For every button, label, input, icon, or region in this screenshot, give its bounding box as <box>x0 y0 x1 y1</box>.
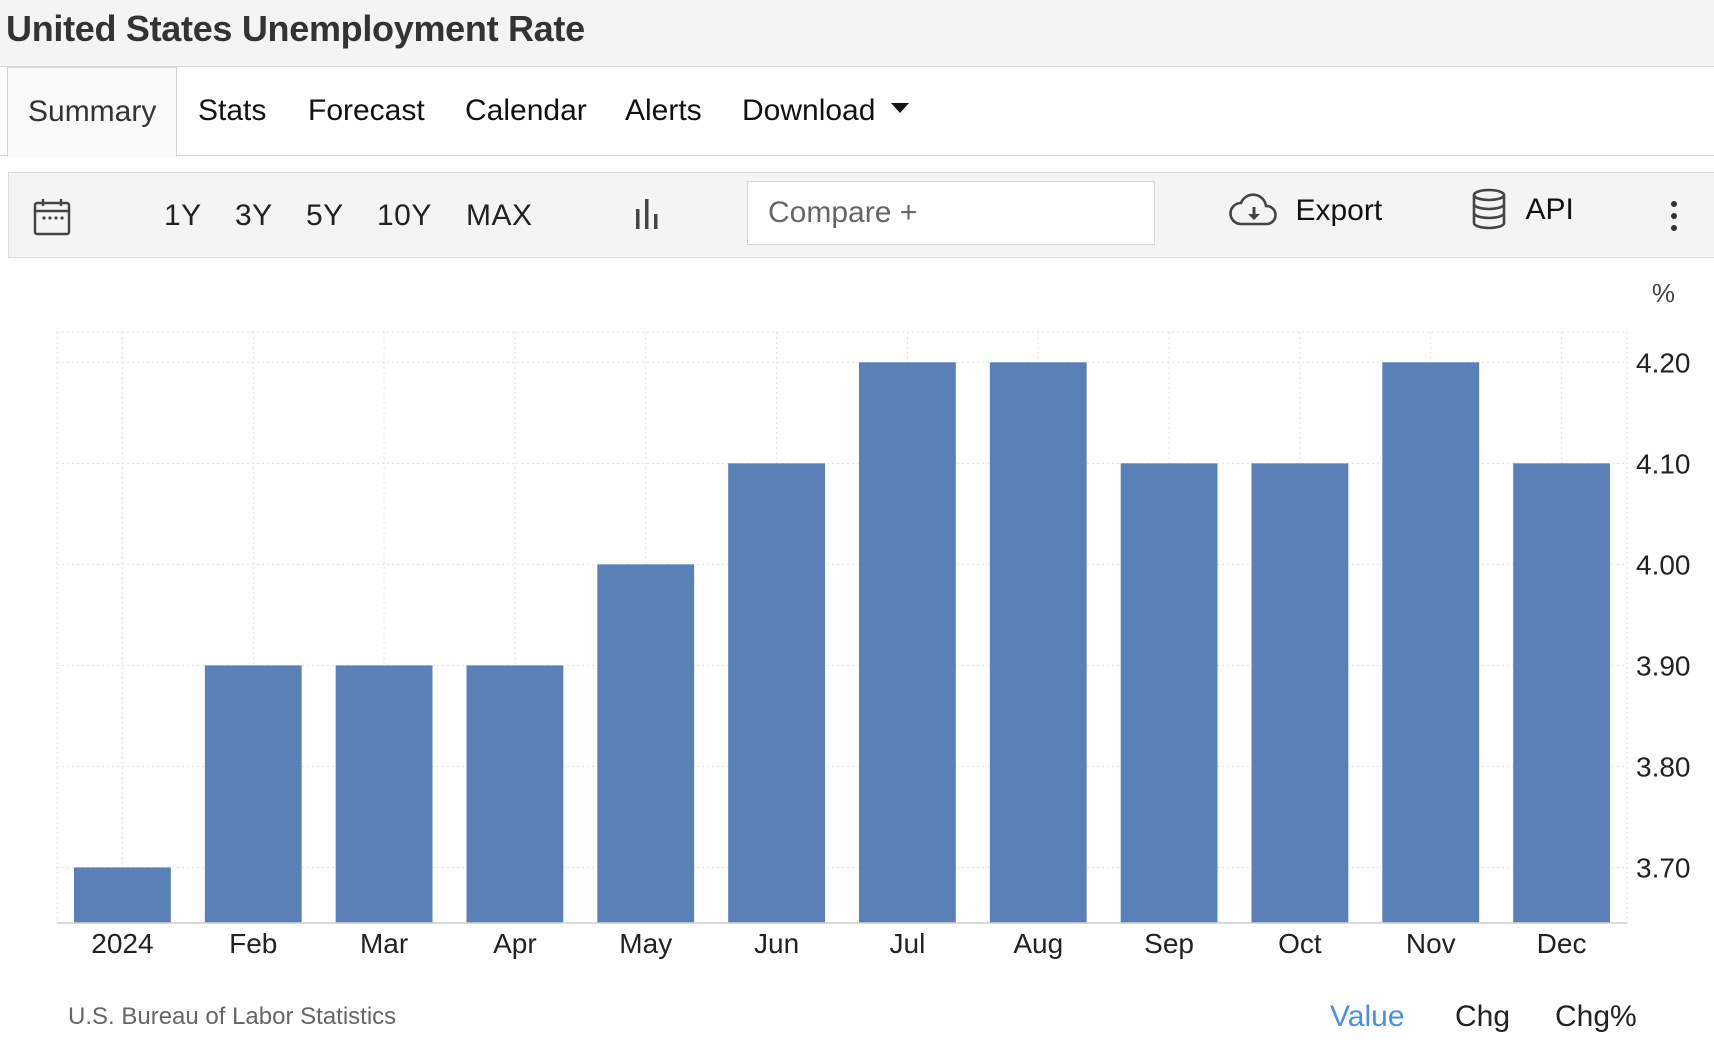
x-tick-label: Mar <box>360 928 408 959</box>
bar-2024[interactable] <box>74 867 171 923</box>
x-tick-label: Dec <box>1537 928 1587 959</box>
y-tick-label: 3.90 <box>1636 650 1691 681</box>
x-tick-label: Aug <box>1013 928 1063 959</box>
x-tick-label: Sep <box>1144 928 1194 959</box>
y-tick-label: 3.80 <box>1636 751 1691 782</box>
bar-oct[interactable] <box>1251 463 1349 923</box>
bar-sep[interactable] <box>1120 463 1218 923</box>
bar-jul[interactable] <box>859 362 956 923</box>
mode-value[interactable]: Value <box>1330 1000 1405 1034</box>
mode-chg[interactable]: Chg <box>1455 1000 1510 1034</box>
y-tick-label: 4.20 <box>1636 347 1691 378</box>
x-tick-label: Nov <box>1406 928 1456 959</box>
bar-feb[interactable] <box>204 665 302 923</box>
x-tick-label: Jun <box>754 928 799 959</box>
unemployment-bar-chart: % 3.70 3.80 3.90 4.00 4.10 4.20 2024 Feb Mar Apr M… <box>56 278 1691 959</box>
y-tick-label: 3.70 <box>1636 852 1691 883</box>
data-source: U.S. Bureau of Labor Statistics <box>68 1003 397 1030</box>
y-axis-unit: % <box>1652 278 1675 308</box>
x-tick-label: Apr <box>493 928 537 959</box>
y-tick-label: 4.10 <box>1636 448 1691 479</box>
x-tick-label: May <box>619 928 672 959</box>
y-tick-label: 4.00 <box>1636 549 1691 580</box>
mode-chg-percent[interactable]: Chg% <box>1555 1000 1637 1034</box>
bar-jun[interactable] <box>728 463 825 923</box>
x-tick-label: Jul <box>890 928 926 959</box>
x-tick-label: Oct <box>1278 928 1322 959</box>
bar-dec[interactable] <box>1513 463 1610 923</box>
x-tick-label: 2024 <box>91 928 153 959</box>
bar-apr[interactable] <box>466 665 564 923</box>
bar-mar[interactable] <box>335 665 433 923</box>
bar-aug[interactable] <box>989 362 1087 923</box>
bar-nov[interactable] <box>1382 362 1480 923</box>
bar-may[interactable] <box>597 564 695 923</box>
x-tick-label: Feb <box>229 928 277 959</box>
